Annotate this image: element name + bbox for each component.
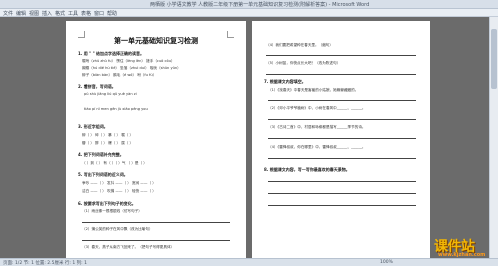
question-6-item: （3）春天，燕子从南方飞回来了。（把句子写得更具体） [82,245,175,249]
watermark-url: www.kjzhan.com [438,252,486,258]
answer-line [268,193,416,194]
question-1-row: 辫子（biàn bàn） 鹅毛（é wó） 咐（fu fù） [82,73,157,77]
answer-line [268,158,416,159]
answer-line [82,240,230,241]
window-title: 两栖版 小学语文教学 人教版二年级下册第一单元基础知识复习检测(附解析答案) -… [150,2,370,8]
menu-format[interactable]: 格式 [55,10,65,17]
question-7-item: （4）《雷锋叔叔，你在哪里》中，雷锋叔叔______、______。 [268,145,366,149]
question-7-item: （2）《邓小平爷爷植树》中，小树在春风中______、______。 [268,106,366,110]
menu-table[interactable]: 表格 [81,10,91,17]
answer-line [268,181,416,182]
question-3: 3. 形近字组词。 [78,124,108,129]
menu-tools[interactable]: 工具 [68,10,78,17]
title-bar: 两栖版 小学语文教学 人教版二年级下册第一单元基础知识复习检测(附解析答案) -… [0,0,498,16]
zoom-level[interactable]: 100% [380,260,393,265]
answer-line [266,55,416,56]
document-title: 第一单元基础知识复习检测 [114,36,198,45]
answer-line [266,74,416,75]
question-5-row: 争吵 ——（ ） 发抖 ——（ ） 宽阔 ——（ ） [82,181,156,185]
question-item: （5）小树苗，你快点长大吧！（改为陈述句） [266,61,341,65]
menu-view[interactable]: 视图 [29,10,39,17]
scrollbar-thumb[interactable] [491,29,497,89]
question-1-row: 蝴蝶（hú dié hú tié） 坠落（zhuì duì） 吸吮（shǔn y… [82,66,181,70]
question-5-row: 洁白 ——（ ） 吹拂 ——（ ） 轻快 ——（ ） [82,189,156,193]
question-2: 2. 看拼音，写词语。 [78,84,116,89]
menu-window[interactable]: 窗口 [94,10,104,17]
menu-insert[interactable]: 插入 [42,10,52,17]
menu-file[interactable]: 文件 [3,10,13,17]
question-2-pinyin: tiáo pí nǐ men gēn jù xiǎo péng you [84,107,148,111]
question-7-item: （3）《古诗二首》中，村居和咏柳都是描写______季节的诗。 [268,125,366,129]
menu-bar: 文件 编辑 视图 插入 格式 工具 表格 窗口 帮助 [0,9,498,17]
answer-line [268,100,416,101]
question-6-item: （2）蒲公英的种子在风中飘（改为比喻句） [82,227,153,231]
question-3-row: 瓣（ ） 醉（ ） 爆（ ） 属（ ） [82,141,134,145]
menu-help[interactable]: 帮助 [107,10,117,17]
question-1-row: 嘱咐（zhǔ zhǔ fu） 愣住（lèng lèn） 搓手（cuō cōu） [82,59,175,63]
answer-line [268,205,416,206]
question-8: 8. 根据课文内容，写一写你最喜欢的春天景物。 [264,167,350,172]
document-page-1[interactable]: 第一单元基础知识复习检测 1. 用 " " 给加点字选择正确的读音。 嘱咐（zh… [66,21,246,258]
document-page-2[interactable]: （4）我们要把希望种在春天里。（缩句） （5）小树苗，你快点长大吧！（改为陈述句… [252,21,430,258]
question-1: 1. 用 " " 给加点字选择正确的读音。 [78,51,145,56]
question-5: 5. 写出下列词语的近义词。 [78,172,128,177]
answer-line [268,119,416,120]
quick-access-toolbar[interactable] [3,1,43,16]
question-2-pinyin: pǔ shù jiāng liú qū yuè yàn zi [84,92,137,96]
question-6-item: （1）雨丝像一根根银线（仿写句子） [82,209,142,213]
question-6: 6. 按要求写出下列句子的变化。 [78,201,136,206]
question-3-row: 辫（ ） 碎（ ） 暴（ ） 嘱（ ） [82,133,134,137]
answer-line [82,222,230,223]
question-7: 7. 根据课文内容填空。 [264,79,306,84]
question-4: 4. 把下列词语补充完整。 [78,152,124,157]
question-4-row: （ ）到（ ） 有（ ）（ ）气 （ ）是（ ） [82,161,147,165]
question-item: （4）我们要把希望种在春天里。（缩句） [266,43,333,47]
menu-edit[interactable]: 编辑 [16,10,26,17]
status-text: 页面: 1/2 节: 1 位置: 2.5厘米 行: 1 列: 1 [3,261,87,266]
watermark: 课件站 www.kjzhan.com [432,236,498,258]
answer-line [268,138,416,139]
question-7-item: （1）《找春天》中春天是害羞的小姑娘，她躲躲藏藏的。 [268,88,359,92]
window-controls [463,1,496,16]
status-bar: 页面: 1/2 节: 1 位置: 2.5厘米 行: 1 列: 1 100% [0,258,498,266]
document-workspace: 第一单元基础知识复习检测 1. 用 " " 给加点字选择正确的读音。 嘱咐（zh… [0,17,498,258]
vertical-scrollbar[interactable] [489,17,498,258]
